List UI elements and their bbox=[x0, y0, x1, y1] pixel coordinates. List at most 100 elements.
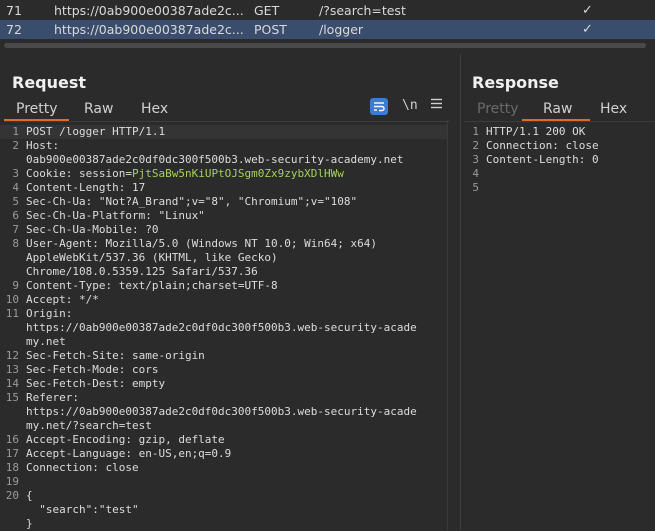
editor-line: } bbox=[0, 517, 447, 531]
line-number: 3 bbox=[12, 167, 19, 180]
line-text: "search":"test" bbox=[26, 503, 139, 516]
response-title: Response bbox=[472, 73, 559, 92]
editor-line: 3 Cookie: session=PjtSaBw5nKiUPtOJSgm0Zx9… bbox=[0, 167, 447, 181]
row-method: GET bbox=[254, 3, 280, 18]
line-number: 8 bbox=[12, 237, 19, 250]
line-number: 6 bbox=[12, 209, 19, 222]
line-text: Accept-Language: en-US,en;q=0.9 bbox=[26, 447, 232, 460]
line-number: 1 bbox=[472, 125, 479, 138]
editor-line: 16 Accept-Encoding: gzip, deflate bbox=[0, 433, 447, 447]
line-text: } bbox=[26, 517, 33, 530]
tab-pretty[interactable]: Pretty bbox=[477, 101, 519, 117]
line-text: Connection: close bbox=[486, 139, 599, 152]
line-number: 2 bbox=[12, 139, 19, 152]
row-number: 72 bbox=[6, 22, 22, 37]
line-text: 0ab900e00387ade2c0df0dc300f500b3.web-sec… bbox=[26, 153, 404, 166]
editor-line: 13 Sec-Fetch-Mode: cors bbox=[0, 363, 447, 377]
editor-line: 20 { bbox=[0, 489, 447, 503]
tab-hex[interactable]: Hex bbox=[141, 101, 168, 117]
line-number: 18 bbox=[5, 461, 19, 474]
line-number: 5 bbox=[12, 195, 19, 208]
editor-line: https://0ab900e00387ade2c0df0dc300f500b3… bbox=[0, 405, 447, 419]
line-number: 15 bbox=[5, 391, 19, 404]
line-text: Connection: close bbox=[26, 461, 139, 474]
line-number: 12 bbox=[5, 349, 19, 362]
editor-line: AppleWebKit/537.36 (KHTML, like Gecko) bbox=[0, 251, 447, 265]
editor-line: Chrome/108.0.5359.125 Safari/537.36 bbox=[0, 265, 447, 279]
line-number: 17 bbox=[5, 447, 19, 460]
horizontal-scrollbar[interactable] bbox=[4, 43, 646, 48]
editor-line: 5 bbox=[460, 181, 655, 195]
line-text: { bbox=[26, 489, 33, 502]
tab-pretty[interactable]: Pretty bbox=[16, 101, 58, 117]
check-icon: ✓ bbox=[582, 3, 593, 18]
editor-line: 2 Connection: close bbox=[460, 139, 655, 153]
line-number: 11 bbox=[5, 307, 19, 320]
line-text: Host: bbox=[26, 139, 60, 152]
row-url: https://0ab900e00387ade2c... bbox=[54, 22, 244, 37]
request-editor[interactable]: 1 POST /logger HTTP/1.1 2 Host: 0ab900e00387… bbox=[0, 124, 447, 530]
tab-hex[interactable]: Hex bbox=[600, 101, 627, 117]
editor-line: my.net bbox=[0, 335, 447, 349]
tab-raw[interactable]: Raw bbox=[84, 101, 113, 117]
editor-line: 9 Content-Type: text/plain;charset=UTF-8 bbox=[0, 279, 447, 293]
line-text: Accept: */* bbox=[26, 293, 99, 306]
line-number: 4 bbox=[472, 167, 479, 180]
line-number: 4 bbox=[12, 181, 19, 194]
response-editor[interactable]: 1 HTTP/1.1 200 OK 2 Connection: close 3 Conte… bbox=[460, 124, 655, 530]
row-path: /logger bbox=[319, 22, 364, 37]
editor-line: 8 User-Agent: Mozilla/5.0 (Windows NT 10.… bbox=[0, 237, 447, 251]
line-text: Sec-Fetch-Dest: empty bbox=[26, 377, 166, 390]
line-text: my.net/?search=test bbox=[26, 419, 152, 432]
line-text: Sec-Ch-Ua: "Not?A_Brand";v="8", "Chromiu… bbox=[26, 195, 358, 208]
line-text: AppleWebKit/537.36 (KHTML, like Gecko) bbox=[26, 251, 278, 264]
editor-line: 10 Accept: */* bbox=[0, 293, 447, 307]
editor-gutter-divider bbox=[447, 120, 448, 530]
history-row-selected[interactable]: 72 https://0ab900e00387ade2c... POST /lo… bbox=[0, 20, 655, 39]
line-text: HTTP/1.1 200 OK bbox=[486, 125, 586, 138]
editor-line: 15 Referer: bbox=[0, 391, 447, 405]
line-number: 19 bbox=[5, 475, 19, 488]
line-number: 10 bbox=[5, 293, 19, 306]
editor-line: 3 Content-Length: 0 bbox=[460, 153, 655, 167]
request-title: Request bbox=[12, 73, 87, 92]
editor-line: 14 Sec-Fetch-Dest: empty bbox=[0, 377, 447, 391]
line-text: my.net bbox=[26, 335, 66, 348]
editor-line: 1 POST /logger HTTP/1.1 bbox=[0, 125, 447, 139]
tab-bar-divider bbox=[464, 121, 655, 122]
history-table: 71 https://0ab900e00387ade2c... GET /?se… bbox=[0, 0, 655, 52]
menu-icon[interactable] bbox=[431, 98, 442, 109]
line-text: Content-Type: text/plain;charset=UTF-8 bbox=[26, 279, 278, 292]
line-number: 7 bbox=[12, 223, 19, 236]
line-text: Cookie: session=PjtSaBw5nKiUPtOJSgm0Zx9z… bbox=[26, 167, 344, 180]
editor-line: 6 Sec-Ch-Ua-Platform: "Linux" bbox=[0, 209, 447, 223]
line-number: 2 bbox=[472, 139, 479, 152]
line-number: 1 bbox=[12, 125, 19, 138]
editor-line: 2 Host: bbox=[0, 139, 447, 153]
check-icon: ✓ bbox=[582, 22, 593, 37]
line-text: Sec-Ch-Ua-Platform: "Linux" bbox=[26, 209, 205, 222]
newline-icon[interactable]: \n bbox=[402, 98, 418, 113]
editor-line: my.net/?search=test bbox=[0, 419, 447, 433]
line-text: Sec-Fetch-Site: same-origin bbox=[26, 349, 205, 362]
row-method: POST bbox=[254, 22, 287, 37]
editor-line: 5 Sec-Ch-Ua: "Not?A_Brand";v="8", "Chromi… bbox=[0, 195, 447, 209]
line-text: Sec-Fetch-Mode: cors bbox=[26, 363, 159, 376]
line-text: Content-Length: 0 bbox=[486, 153, 599, 166]
line-number: 14 bbox=[5, 377, 19, 390]
editor-line: 12 Sec-Fetch-Site: same-origin bbox=[0, 349, 447, 363]
history-row[interactable]: 71 https://0ab900e00387ade2c... GET /?se… bbox=[0, 1, 655, 20]
tab-bar-divider bbox=[4, 121, 450, 122]
editor-line: 19 bbox=[0, 475, 447, 489]
line-text: Content-Length: 17 bbox=[26, 181, 146, 194]
row-path: /?search=test bbox=[319, 3, 406, 18]
editor-line: 4 Content-Length: 17 bbox=[0, 181, 447, 195]
editor-line: 1 HTTP/1.1 200 OK bbox=[460, 125, 655, 139]
editor-line: 0ab900e00387ade2c0df0dc300f500b3.web-sec… bbox=[0, 153, 447, 167]
editor-line: 17 Accept-Language: en-US,en;q=0.9 bbox=[0, 447, 447, 461]
editor-line: 7 Sec-Ch-Ua-Mobile: ?0 bbox=[0, 223, 447, 237]
editor-line: 4 bbox=[460, 167, 655, 181]
line-number: 5 bbox=[472, 181, 479, 194]
tab-raw[interactable]: Raw bbox=[543, 101, 572, 117]
word-wrap-icon[interactable] bbox=[370, 98, 388, 115]
